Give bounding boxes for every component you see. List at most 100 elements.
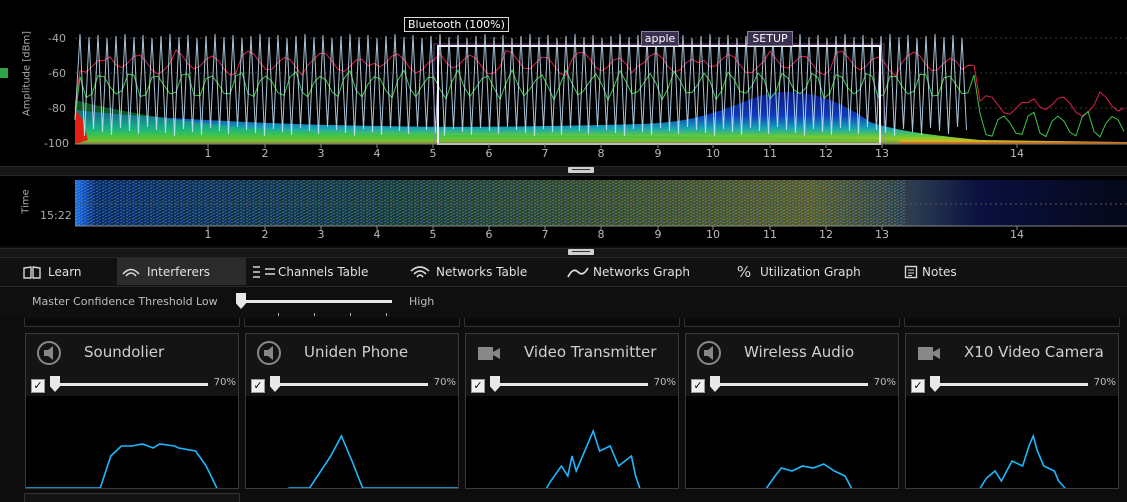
time-axis-label: Time — [20, 189, 32, 214]
channel-tick-label: 10 — [706, 228, 720, 241]
channel-tick-label: 8 — [597, 228, 605, 241]
splitter-handle[interactable] — [568, 167, 594, 173]
interferer-name: X10 Video Camera — [964, 343, 1104, 361]
channel-tick-label: 9 — [654, 147, 662, 160]
wireless-icon — [121, 265, 141, 279]
slider-thumb[interactable] — [236, 293, 246, 309]
interferer-card: Uniden Phone ✓ 70% — [245, 333, 459, 489]
spectrum-splitter[interactable] — [0, 166, 1127, 176]
channel-tick-label: 13 — [875, 228, 889, 241]
interferer-enable-checkbox[interactable]: ✓ — [911, 379, 925, 393]
previous-card-edge — [24, 318, 240, 327]
channel-tick-label: 4 — [373, 228, 381, 241]
tab-label: Interferers — [147, 264, 211, 279]
interferer-threshold-value: 70% — [433, 377, 456, 388]
channel-tick-label: 6 — [485, 228, 493, 241]
amplitude-axis-label: Amplitude [dBm] — [21, 30, 33, 117]
waterfall-splitter[interactable] — [0, 248, 1127, 258]
tab-networks-table[interactable]: Networks Table — [410, 258, 560, 285]
interferer-enable-checkbox[interactable]: ✓ — [691, 379, 705, 393]
interferer-name: Video Transmitter — [524, 343, 657, 361]
threshold-low-label: Low — [196, 295, 218, 308]
master-threshold-slider[interactable] — [236, 291, 396, 317]
tab-interferers[interactable]: Interferers — [117, 258, 246, 285]
y-tick-label: -100 — [44, 137, 69, 150]
channel-tick-label: 12 — [819, 228, 833, 241]
interferer-threshold-slider[interactable] — [930, 375, 1088, 395]
channel-tick-label: 11 — [763, 147, 777, 160]
tab-notes[interactable]: Notes — [904, 258, 1004, 285]
interferer-threshold-slider[interactable] — [270, 375, 428, 395]
previous-card-edge — [904, 318, 1120, 327]
previous-card-edge — [684, 318, 900, 327]
interferer-name: Wireless Audio — [744, 343, 855, 361]
tab-label: Utilization Graph — [760, 264, 861, 279]
spectrum-graph[interactable]: Amplitude [dBm] -40 -60 -80 -100 Bluetoo… — [0, 0, 1127, 168]
channel-tick-label: 7 — [541, 147, 549, 160]
tab-label: Networks Graph — [593, 264, 690, 279]
previous-card-edge — [244, 318, 460, 327]
camera-icon — [916, 340, 942, 366]
interferer-signature-plot — [906, 396, 1118, 489]
waterfall-graph[interactable]: Time 15:22 1 2 3 4 5 6 7 8 9 10 11 12 13 14 — [0, 176, 1127, 246]
y-tick-label: -80 — [48, 102, 66, 115]
channel-tick-label: 9 — [654, 228, 662, 241]
y-tick-label: -60 — [48, 67, 66, 80]
annotation-apple[interactable]: apple — [641, 31, 679, 46]
interferer-card: X10 Video Camera ✓ 70% — [905, 333, 1119, 489]
interferer-enable-checkbox[interactable]: ✓ — [251, 379, 265, 393]
slider-thumb[interactable] — [270, 376, 280, 392]
slider-thumb[interactable] — [930, 376, 940, 392]
tab-bar: Learn Interferers Channels Table Network… — [0, 258, 1127, 287]
interferer-enable-checkbox[interactable]: ✓ — [31, 379, 45, 393]
annotation-bluetooth[interactable]: Bluetooth (100%) — [404, 17, 509, 32]
tab-label: Notes — [922, 264, 957, 279]
channel-tick-label: 3 — [317, 228, 325, 241]
book-icon — [22, 265, 42, 279]
channel-tick-label: 14 — [1010, 147, 1024, 160]
tab-utilization-graph[interactable]: % Utilization Graph — [734, 258, 884, 285]
interferer-signature-plot — [686, 396, 898, 489]
interferer-signature-plot — [466, 396, 678, 489]
interferer-enable-checkbox[interactable]: ✓ — [471, 379, 485, 393]
interferer-signature-plot — [26, 396, 238, 489]
tab-channels-table[interactable]: Channels Table — [252, 258, 402, 285]
channel-tick-label: 5 — [429, 228, 437, 241]
tab-label: Channels Table — [278, 264, 369, 279]
slider-thumb[interactable] — [50, 376, 60, 392]
threshold-label: Master Confidence Threshold — [32, 295, 193, 308]
channel-tick-label: 1 — [204, 228, 212, 241]
list-icon — [252, 265, 276, 279]
channel-tick-label: 10 — [706, 147, 720, 160]
interferer-threshold-value: 70% — [653, 377, 676, 388]
interferer-threshold-value: 70% — [1093, 377, 1116, 388]
channel-tick-label: 2 — [261, 147, 269, 160]
slider-thumb[interactable] — [710, 376, 720, 392]
interferer-threshold-slider[interactable] — [50, 375, 208, 395]
splitter-handle[interactable] — [568, 249, 594, 255]
channel-tick-label: 12 — [819, 147, 833, 160]
notes-icon — [904, 265, 918, 279]
interferer-signature-plot — [246, 396, 458, 489]
threshold-high-label: High — [409, 295, 435, 308]
interferer-name: Uniden Phone — [304, 343, 409, 361]
green-side-marker[interactable] — [0, 68, 8, 78]
interferer-threshold-slider[interactable] — [490, 375, 648, 395]
interferer-card: Video Transmitter ✓ 70% — [465, 333, 679, 489]
speaker-icon — [36, 340, 62, 366]
interferer-card: Soundolier ✓ 70% — [25, 333, 239, 489]
interferer-threshold-slider[interactable] — [710, 375, 868, 395]
channel-tick-label: 13 — [875, 147, 889, 160]
tab-label: Learn — [48, 264, 82, 279]
speaker-icon — [696, 340, 722, 366]
channel-tick-label: 1 — [204, 147, 212, 160]
tab-networks-graph[interactable]: Networks Graph — [567, 258, 717, 285]
annotation-setup[interactable]: SETUP — [747, 31, 793, 46]
slider-thumb[interactable] — [490, 376, 500, 392]
wave-icon — [567, 265, 589, 279]
tab-label: Networks Table — [436, 264, 528, 279]
channel-tick-label: 8 — [597, 147, 605, 160]
tab-learn[interactable]: Learn — [22, 258, 112, 285]
channel-tick-label: 3 — [317, 147, 325, 160]
camera-icon — [476, 340, 502, 366]
